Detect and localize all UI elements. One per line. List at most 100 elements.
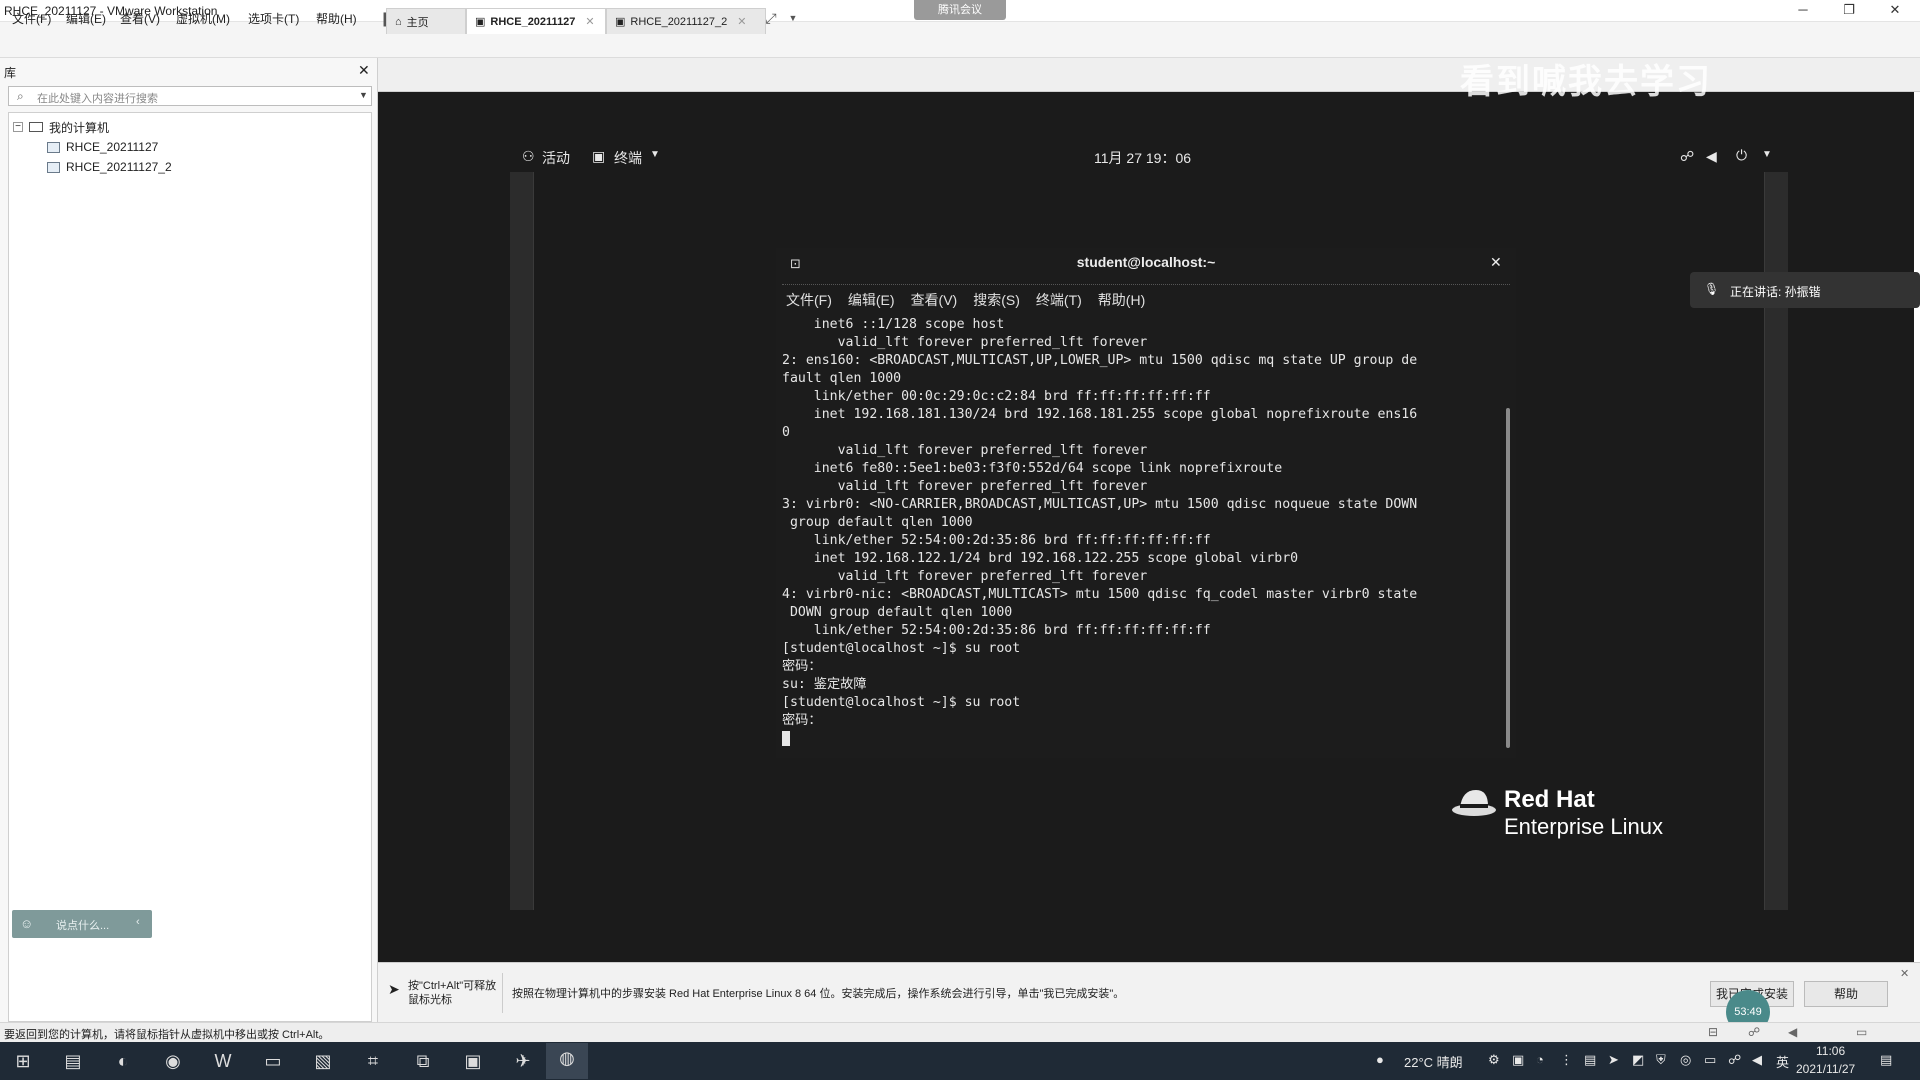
tray-app-icon[interactable]: ▣ [1512,1052,1524,1068]
network-icon[interactable]: ☍ [1748,1025,1760,1039]
display-icon[interactable]: ▭ [1856,1025,1867,1039]
menu-file[interactable]: 文件(F) [12,10,51,27]
library-header: 库 ✕ [0,62,372,82]
menu-edit[interactable]: 编辑(E) [66,10,106,27]
terminal-line: 3: virbr0: <NO-CARRIER,BROADCAST,MULTICA… [782,497,1418,512]
bird-app-icon[interactable]: ✈ [506,1046,540,1076]
tab-label: RHCE_20211127 [490,15,576,28]
edge-browser-icon[interactable]: ◐ [106,1046,140,1076]
input-language[interactable]: 英 [1776,1052,1789,1071]
terminal-menu-file[interactable]: 文件(F) [786,290,832,310]
network-tool-icon[interactable]: ⌗ [356,1046,390,1076]
text-cursor [782,730,790,746]
menu-help[interactable]: 帮助(H) [316,10,357,27]
terminal-app-icon: ▣ [592,148,606,164]
menu-vm[interactable]: 虚拟机(M) [176,10,230,27]
terminal-line: 密码： [782,659,822,674]
tree-item-vm[interactable]: RHCE_20211127_2 [47,157,172,177]
chevron-down-icon[interactable]: ▼ [650,149,660,160]
restore-icon[interactable]: ❐ [1834,2,1864,20]
close-icon[interactable]: ✕ [358,62,370,79]
vmware-icon[interactable]: ⧉ [406,1046,440,1076]
terminal-line: 4: virbr0-nic: <BROADCAST,MULTICAST> mtu… [782,587,1418,602]
minimize-icon[interactable]: ─ [1788,2,1818,20]
file-explorer-icon[interactable]: ▭ [256,1046,290,1076]
chevron-left-icon[interactable]: ‹ [136,916,140,928]
chat-input[interactable]: ☺ 说点什么... ‹ [12,910,152,938]
tab-vm-1[interactable]: ▣ RHCE_20211127 ✕ [466,8,606,34]
app-menu-button[interactable]: 终端 [614,148,642,168]
terminal-menu-search[interactable]: 搜索(S) [973,290,1020,310]
close-icon[interactable]: ✕ [1900,967,1909,980]
terminal-line: valid_lft forever preferred_lft forever [782,335,1148,350]
terminal-menu-view[interactable]: 查看(V) [911,290,958,310]
emoji-icon[interactable]: ☺ [20,916,33,931]
close-icon[interactable]: ✕ [585,15,594,28]
notification-icon[interactable]: ▤ [1880,1052,1892,1068]
app-notes-icon[interactable]: ▤ [56,1046,90,1076]
library-search-input[interactable]: ⌕ 在此处键入内容进行搜索 ▼ [8,86,372,106]
terminal-menu-bar: 文件(F) 编辑(E) 查看(V) 搜索(S) 终端(T) 帮助(H) [786,290,1145,310]
vm-icon: ▣ [475,16,486,28]
settings-icon[interactable]: ⚙ [1488,1052,1500,1068]
terminal-menu-terminal[interactable]: 终端(T) [1036,290,1082,310]
windows-start-icon[interactable]: ⊞ [6,1046,40,1076]
close-icon[interactable]: ✕ [1490,254,1502,271]
speaking-text: 正在讲话: 孙振锴 [1730,285,1821,299]
chat-icon[interactable]: ◔ [1536,1052,1544,1067]
cursor-icon[interactable]: ➤ [1608,1052,1619,1068]
terminal-menu-help[interactable]: 帮助(H) [1098,290,1145,310]
terminal-title: student@localhost:~ [1076,254,1216,270]
chevron-down-icon[interactable]: ▼ [359,90,368,100]
chevron-down-icon[interactable]: ▼ [782,8,804,28]
redhat-wordmark: Red Hat [1504,786,1595,813]
security-icon[interactable]: ⛨ [1656,1052,1666,1068]
redhat-product-name: Enterprise Linux [1504,814,1663,839]
sound-icon[interactable]: ◀ [1788,1025,1797,1039]
photos-icon[interactable]: ▧ [306,1046,340,1076]
tray-app-icon[interactable]: ◎ [1680,1052,1691,1068]
volume-icon[interactable]: ◀ [1752,1052,1762,1068]
network-icon[interactable]: ☍ [1728,1052,1741,1068]
close-icon[interactable]: ✕ [737,15,746,28]
taskbar-time[interactable]: 11:06 [1816,1044,1845,1058]
menu-view[interactable]: 查看(V) [120,10,160,27]
tray-app-icon[interactable]: ◩ [1632,1052,1644,1068]
workspace-edge-left [510,172,534,910]
install-hint-bar: ➤ 按"Ctrl+Alt"可释放鼠标光标 按照在物理计算机中的步骤安装 Red … [378,962,1920,1022]
cursor-icon: ➤ [388,981,400,997]
taskbar-date[interactable]: 2021/11/27 [1796,1062,1855,1076]
terminal-app-icon[interactable]: ▣ [456,1046,490,1076]
meeting-app-icon[interactable]: ◍ [546,1043,588,1079]
clock[interactable]: 11月 27 19：06 [1094,148,1191,168]
terminal-window[interactable]: ⊡ student@localhost:~ ✕ 文件(F) 编辑(E) 查看(V… [776,248,1516,758]
weather-text[interactable]: 22°C 晴朗 [1404,1052,1463,1071]
chevron-down-icon[interactable]: ▼ [1762,149,1772,160]
speaking-indicator: 🎙 正在讲话: 孙振锴 [1690,272,1920,308]
tab-home[interactable]: ⌂ 主页 [386,8,466,34]
vm-icon [47,141,60,153]
terminal-menu-edit[interactable]: 编辑(E) [848,290,895,310]
tree-item-vm[interactable]: RHCE_20211127 [47,137,158,157]
terminal-output[interactable]: inet6 ::1/128 scope host valid_lft forev… [782,316,1506,756]
close-icon[interactable]: ✕ [1880,2,1910,20]
meeting-tag[interactable]: 腾讯会议 [914,0,1006,20]
wps-icon[interactable]: W [206,1046,240,1076]
terminal-line: valid_lft forever preferred_lft forever [782,479,1148,494]
help-button[interactable]: 帮助 [1804,981,1888,1007]
menu-tabs[interactable]: 选项卡(T) [248,10,299,27]
terminal-scrollbar[interactable] [1506,408,1510,748]
device-icon[interactable]: ⊟ [1708,1025,1718,1039]
activities-button[interactable]: 活动 [542,148,570,168]
tray-app-icon[interactable]: ▤ [1584,1052,1596,1068]
tree-root[interactable]: − 我的计算机 [13,117,109,137]
terminal-line: 0 [782,425,790,440]
power-icon[interactable]: ⏻ [1736,147,1747,164]
tab-vm-2[interactable]: ▣ RHCE_20211127_2 ✕ [606,8,766,34]
terminal-line: inet6 fe80::5ee1:be03:f3f0:552d/64 scope… [782,461,1283,476]
chrome-browser-icon[interactable]: ◉ [156,1046,190,1076]
collapse-icon[interactable]: − [13,122,23,132]
battery-icon[interactable]: ▭ [1704,1052,1716,1068]
terminal-line: link/ether 52:54:00:2d:35:86 brd ff:ff:f… [782,623,1211,638]
microphone-icon[interactable]: ⋮ [1560,1052,1573,1068]
